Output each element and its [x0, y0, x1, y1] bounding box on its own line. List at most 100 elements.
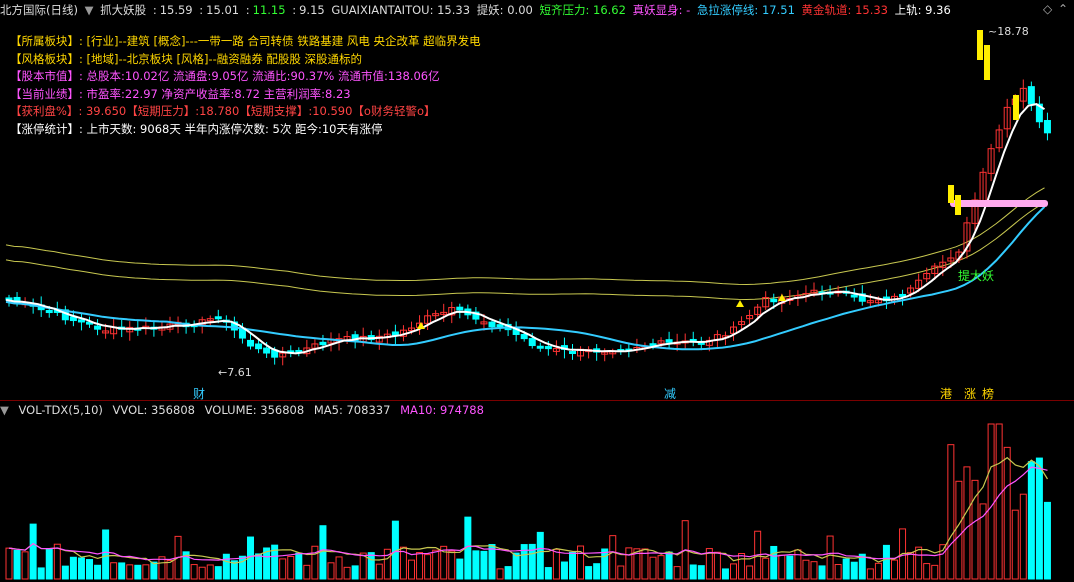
- candle-body: [456, 306, 464, 311]
- volume-bar: [504, 566, 512, 580]
- event-marker: 财: [193, 387, 205, 400]
- volume-bar: [110, 562, 118, 580]
- chevron-down-icon[interactable]: ▼: [0, 403, 9, 417]
- volume-bar: [947, 444, 955, 580]
- volume-bar: [649, 556, 657, 580]
- volume-bar: [585, 566, 593, 580]
- volume-bar: [53, 543, 61, 580]
- volume-chart[interactable]: [0, 419, 1074, 582]
- volume-bar: [94, 564, 102, 580]
- volume-bar: [29, 523, 37, 580]
- volume-bar: [786, 555, 794, 580]
- candle-body: [319, 341, 327, 346]
- volume-bar: [963, 466, 971, 580]
- volume-ma10-line: [8, 466, 1048, 561]
- gold-candle: [984, 45, 990, 80]
- event-marker: 减: [664, 387, 676, 400]
- gold-candle: [977, 30, 983, 60]
- volume-bar: [593, 563, 601, 580]
- volume-bar: [480, 550, 488, 580]
- volume-bar: [303, 564, 311, 580]
- volume-bar: [907, 552, 915, 580]
- volume-bar: [343, 566, 351, 580]
- price-chart[interactable]: ~18.78 ←7.61 提大妖财 减 港涨榜: [0, 0, 1074, 400]
- volume-bar: [279, 558, 287, 580]
- volume-bar: [142, 564, 150, 580]
- gold-candle: [948, 185, 954, 203]
- volume-bar: [810, 561, 818, 580]
- volume-bar: [102, 529, 110, 580]
- volume-bar: [86, 559, 93, 580]
- gold-candle: [955, 195, 961, 215]
- candle-body: [263, 347, 271, 354]
- candle-body: [528, 338, 536, 347]
- tiyao-label: 提大妖: [958, 268, 994, 283]
- candle-body: [45, 309, 53, 314]
- event-marker: 涨: [964, 386, 976, 400]
- volume-bar: [850, 561, 858, 580]
- volume-bar: [5, 547, 13, 580]
- volume-bar: [327, 562, 335, 580]
- volume-bar: [190, 564, 198, 580]
- middle-band-line: [5, 202, 1045, 301]
- volume-bar: [569, 551, 576, 580]
- volume-bar: [69, 556, 77, 580]
- volume-bar: [77, 557, 85, 580]
- candle-body: [1043, 120, 1051, 134]
- event-marker: 榜: [982, 386, 994, 400]
- volume-bar: [408, 559, 415, 580]
- volume-bar: [987, 423, 995, 580]
- upper-band-line: [5, 187, 1045, 286]
- volume-bar: [367, 552, 375, 580]
- candle-body: [77, 319, 85, 323]
- volume-bar: [730, 563, 737, 580]
- volume-bar: [536, 531, 544, 580]
- volume-bar: [931, 564, 939, 580]
- volume-bar: [1027, 461, 1035, 580]
- volume-bar: [826, 535, 834, 580]
- event-marker: 港: [940, 387, 952, 400]
- volume-bar: [61, 565, 69, 580]
- volume-bar: [295, 552, 303, 580]
- candle-body: [770, 298, 778, 303]
- volume-bar: [955, 480, 963, 580]
- volume-bar: [1035, 457, 1043, 580]
- volume-bar: [375, 563, 383, 580]
- volume-bar: [721, 568, 729, 580]
- gold-candle: [1013, 95, 1019, 120]
- volume-bar: [496, 568, 504, 580]
- volume-bar: [206, 564, 214, 580]
- volume-bar: [657, 555, 665, 580]
- volume-bar: [609, 535, 617, 580]
- volume-bar: [351, 565, 359, 580]
- volume-bar: [923, 563, 931, 580]
- volume-value: VOLUME: 356808: [204, 403, 305, 417]
- volume-bar: [866, 568, 874, 580]
- volume-bar: [1011, 509, 1019, 580]
- volume-bar: [915, 546, 923, 580]
- candle-body: [544, 346, 552, 350]
- volume-bar: [858, 553, 866, 580]
- volume-bar: [673, 566, 681, 580]
- volume-bar: [287, 555, 295, 580]
- volume-bar: [818, 565, 826, 580]
- volume-bar: [697, 565, 705, 580]
- volume-bar: [665, 551, 673, 580]
- volume-bar: [874, 562, 882, 580]
- volume-bar: [424, 554, 432, 580]
- white-ma-line: [5, 103, 1046, 355]
- volume-bar: [134, 564, 142, 580]
- volume-bar: [979, 503, 987, 580]
- volume-bar: [37, 567, 45, 580]
- volume-indicator-name[interactable]: VOL-TDX(5,10): [19, 403, 103, 417]
- volume-bar: [802, 559, 810, 580]
- volume-bar: [512, 552, 520, 580]
- candle-body: [569, 351, 576, 355]
- candle-body: [1027, 86, 1035, 105]
- volume-bar: [882, 544, 890, 580]
- volume-bar: [255, 553, 263, 580]
- low-price-label: ←7.61: [218, 366, 252, 379]
- volume-bar: [456, 558, 464, 580]
- candle-body: [850, 294, 858, 298]
- volume-bar: [45, 548, 53, 580]
